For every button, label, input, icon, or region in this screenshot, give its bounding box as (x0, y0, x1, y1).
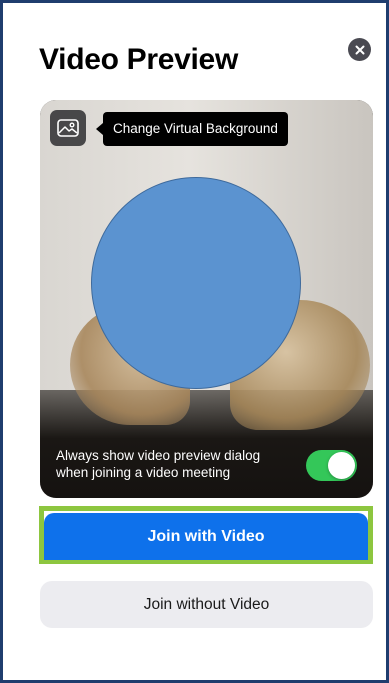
image-icon (57, 119, 79, 137)
toggle-knob (328, 452, 355, 479)
close-button[interactable] (348, 38, 371, 61)
always-show-label-line1: Always show video preview dialog (56, 448, 261, 463)
virtual-background-tooltip: Change Virtual Background (96, 112, 288, 146)
video-preview: Change Virtual Background Always show vi… (40, 100, 373, 498)
screenshot-frame: Video Preview Change Virtual Background … (0, 0, 389, 683)
join-with-video-button[interactable]: Join with Video (44, 513, 368, 560)
join-without-video-button[interactable]: Join without Video (40, 581, 373, 628)
always-show-preview-label: Always show video preview dialog when jo… (56, 447, 296, 481)
always-show-preview-toggle[interactable] (306, 450, 357, 481)
face-mask (91, 177, 301, 389)
always-show-label-line2: when joining a video meeting (56, 465, 231, 480)
virtual-background-button[interactable] (50, 110, 86, 146)
page-title: Video Preview (39, 43, 238, 76)
close-icon (355, 45, 364, 54)
